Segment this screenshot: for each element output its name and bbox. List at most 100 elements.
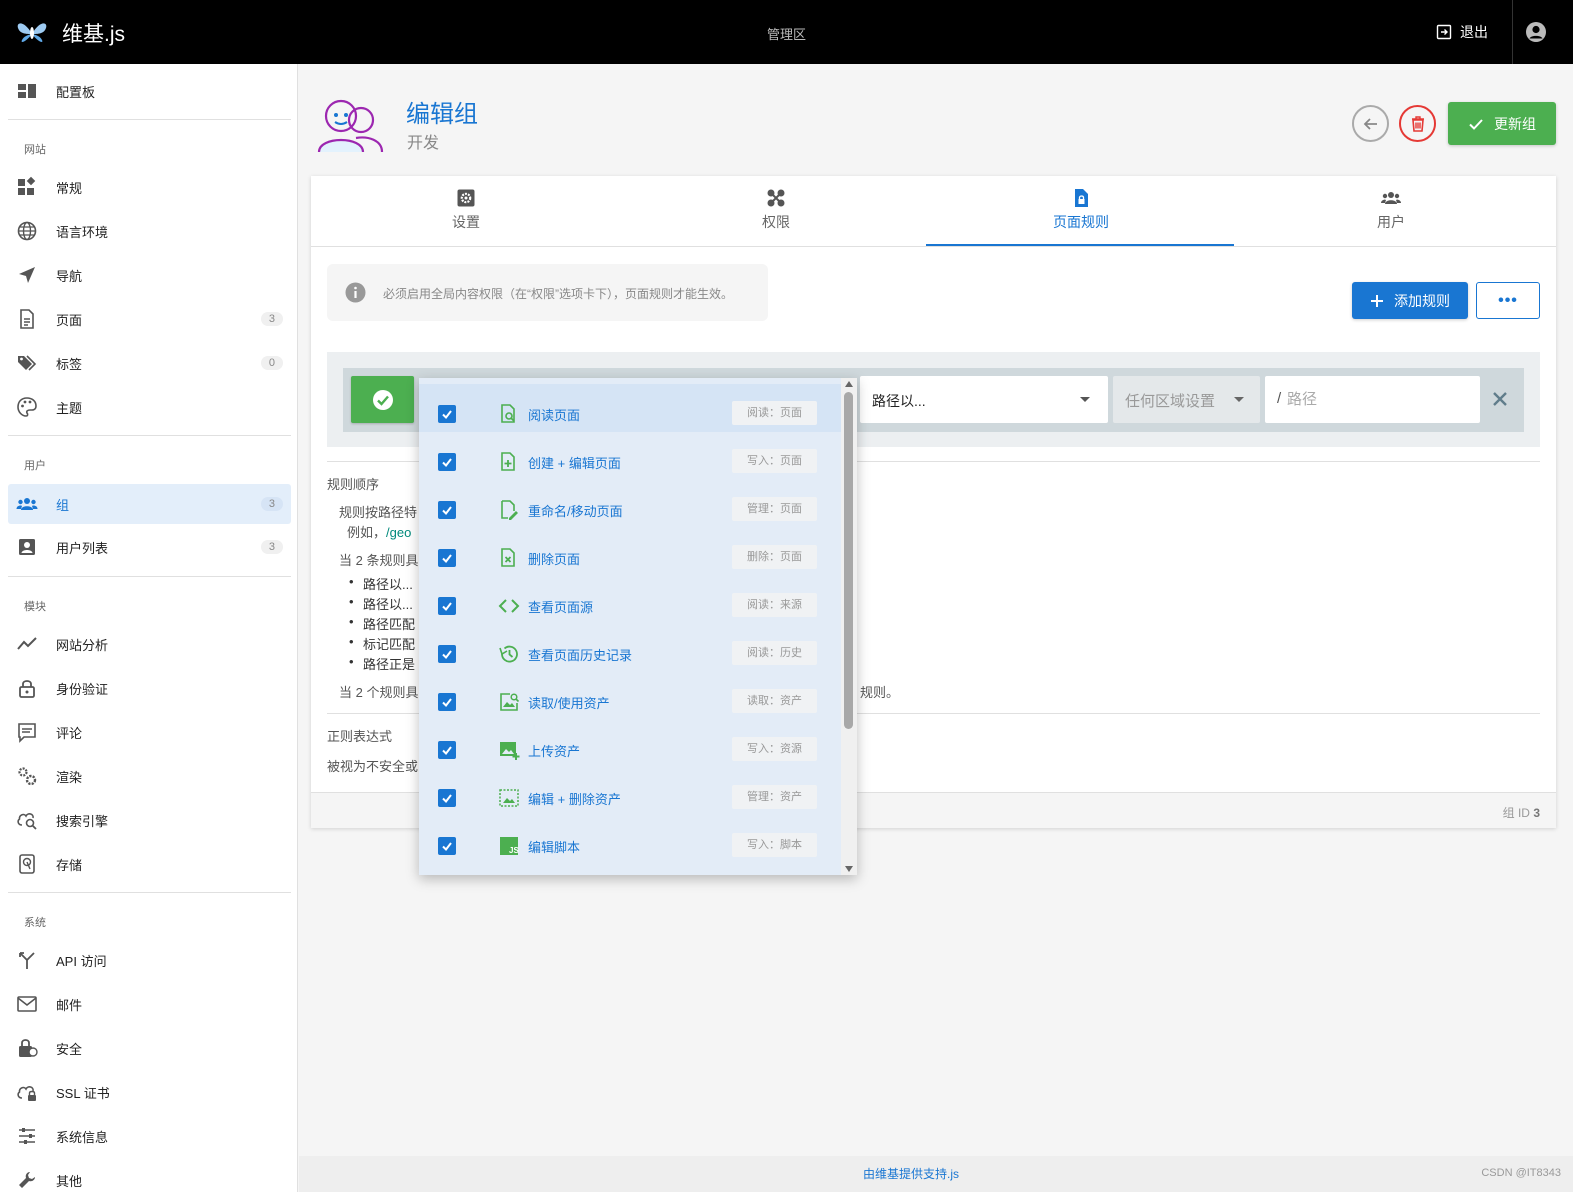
example-prefix: 例如， — [347, 525, 387, 540]
rule-allow-deny-button[interactable] — [351, 376, 414, 423]
sidebar-item-comments[interactable]: 评论 — [8, 712, 291, 752]
group-id: 组 ID 3 — [1503, 804, 1540, 821]
checkbox-checked-icon[interactable] — [438, 597, 456, 615]
arrow-left-icon — [1363, 117, 1377, 130]
sidebar-item-tags[interactable]: 标签 0 — [8, 343, 291, 383]
sidebar: 配置板 网站 常规 语言环境 导航 页面 3 标签 0 主题 用户 组 3 用户… — [0, 64, 298, 1192]
tab-page-rules[interactable]: 页面规则 — [926, 176, 1236, 246]
sidebar-item-navigation[interactable]: 导航 — [8, 255, 291, 295]
permission-scope-chip: 读取：资产 — [732, 689, 817, 713]
sidebar-item-theme[interactable]: 主题 — [8, 387, 291, 427]
tab-permissions[interactable]: 权限 — [621, 176, 931, 246]
api-icon — [19, 952, 35, 969]
scrollbar-thumb[interactable] — [844, 392, 853, 729]
checkbox-checked-icon[interactable] — [438, 549, 456, 567]
sidebar-item-label: 邮件 — [56, 997, 83, 1013]
sidebar-item-label: 网站分析 — [56, 637, 109, 653]
group-id-label: 组 ID — [1502, 806, 1530, 820]
image-upload-icon — [500, 742, 520, 760]
delete-group-button[interactable] — [1399, 105, 1436, 142]
checkbox-checked-icon[interactable] — [438, 789, 456, 807]
page-edit-icon — [501, 500, 518, 520]
tags-icon — [18, 355, 37, 371]
sidebar-item-storage[interactable]: 存储 — [8, 844, 291, 884]
list-item: 路径匹配 — [349, 614, 415, 633]
sidebar-item-sysinfo[interactable]: 系统信息 — [8, 1116, 291, 1156]
permission-option[interactable]: 阅读页面 阅读：页面 — [419, 384, 841, 432]
checkbox-checked-icon[interactable] — [438, 405, 456, 423]
permission-label: 重命名/移动页面 — [528, 504, 623, 519]
scroll-up-icon[interactable] — [845, 381, 853, 387]
back-button[interactable] — [1352, 105, 1389, 142]
divider — [8, 892, 291, 893]
scroll-down-icon[interactable] — [845, 866, 853, 872]
sidebar-item-auth[interactable]: 身份验证 — [8, 668, 291, 708]
checkbox-checked-icon[interactable] — [438, 693, 456, 711]
permission-option[interactable]: 创建 + 编辑页面 写入：页面 — [419, 432, 841, 480]
sidebar-item-general[interactable]: 常规 — [8, 167, 291, 207]
checkbox-checked-icon[interactable] — [438, 501, 456, 519]
watermark: CSDN @IT8343 — [1481, 1167, 1561, 1179]
sidebar-item-analytics[interactable]: 网站分析 — [8, 624, 291, 664]
tab-users[interactable]: 用户 — [1236, 176, 1546, 246]
more-options-button[interactable]: ••• — [1476, 282, 1540, 319]
rule-order-text: 当 2 条规则具 — [339, 553, 419, 568]
checkbox-checked-icon[interactable] — [438, 645, 456, 663]
permission-option[interactable]: 编辑 + 删除资产 管理：资产 — [419, 768, 841, 816]
lock-icon — [19, 680, 35, 698]
update-group-button[interactable]: 更新组 — [1448, 102, 1556, 145]
match-type-select[interactable]: 路径以... — [860, 376, 1108, 423]
checkbox-checked-icon[interactable] — [438, 741, 456, 759]
sidebar-item-label: 评论 — [56, 725, 83, 741]
logout-button[interactable]: 退出 — [1436, 20, 1488, 44]
locale-select[interactable]: 任何区域设置 — [1113, 376, 1260, 423]
permission-option[interactable]: 查看页面源 阅读：来源 — [419, 576, 841, 624]
sidebar-item-label: 安全 — [56, 1041, 83, 1057]
checkbox-checked-icon[interactable] — [438, 837, 456, 855]
count-badge: 3 — [260, 312, 283, 326]
permission-option[interactable]: 重命名/移动页面 管理：页面 — [419, 480, 841, 528]
rule-order-example: 例如，/geo — [347, 522, 411, 541]
sidebar-item-label: 身份验证 — [56, 681, 109, 697]
rule-order-text: 规则按路径特 — [339, 505, 418, 520]
close-icon[interactable] — [1490, 389, 1510, 409]
lock-security-icon — [19, 1039, 38, 1057]
page-read-icon — [501, 404, 515, 423]
sidebar-item-label: 组 — [56, 497, 70, 513]
permission-scope-chip: 阅读：页面 — [732, 401, 817, 425]
permission-option[interactable]: 读取/使用资产 读取：资产 — [419, 672, 841, 720]
cloud-search-icon — [17, 813, 37, 830]
list-item: 路径以... — [349, 574, 413, 593]
sidebar-item-dashboard[interactable]: 配置板 — [8, 71, 291, 111]
dropdown-scrollbar[interactable] — [841, 378, 857, 875]
list-item: 标记匹配 — [349, 634, 415, 653]
section-header-users: 用户 — [24, 460, 46, 472]
permission-scope-chip: 写入：脚本 — [732, 833, 817, 857]
sidebar-item-groups[interactable]: 组 3 — [8, 484, 291, 524]
account-icon[interactable] — [1524, 20, 1548, 44]
add-rule-button[interactable]: 添加规则 — [1352, 282, 1468, 319]
permission-option[interactable]: 删除页面 删除：页面 — [419, 528, 841, 576]
permission-option[interactable]: 上传资产 写入：资源 — [419, 720, 841, 768]
checkbox-checked-icon[interactable] — [438, 453, 456, 471]
permission-scope-chip: 阅读：来源 — [732, 593, 817, 617]
sidebar-item-security[interactable]: 安全 — [8, 1028, 291, 1068]
tab-settings[interactable]: 设置 — [311, 176, 621, 246]
sidebar-item-mail[interactable]: 邮件 — [8, 984, 291, 1024]
navigation-icon — [19, 267, 35, 283]
divider — [8, 435, 291, 436]
sidebar-item-pages[interactable]: 页面 3 — [8, 299, 291, 339]
sidebar-item-ssl[interactable]: SSL 证书 — [8, 1072, 291, 1112]
sidebar-item-search[interactable]: 搜索引擎 — [8, 800, 291, 840]
sidebar-item-user-list[interactable]: 用户列表 3 — [8, 527, 291, 567]
powered-by-link[interactable]: 由维基提供支持.js — [299, 1165, 1523, 1182]
path-input[interactable] — [1287, 386, 1467, 412]
permission-option[interactable]: JS 编辑脚本 写入：脚本 — [419, 816, 841, 864]
sidebar-item-locale[interactable]: 语言环境 — [8, 211, 291, 251]
sidebar-item-label: 系统信息 — [56, 1129, 109, 1145]
permission-option[interactable]: 查看页面历史记录 阅读：历史 — [419, 624, 841, 672]
sidebar-item-other[interactable]: 其他 — [8, 1160, 291, 1192]
sidebar-item-api[interactable]: API 访问 — [8, 940, 291, 980]
sidebar-item-rendering[interactable]: 渲染 — [8, 756, 291, 796]
sidebar-item-label: 语言环境 — [56, 224, 109, 240]
